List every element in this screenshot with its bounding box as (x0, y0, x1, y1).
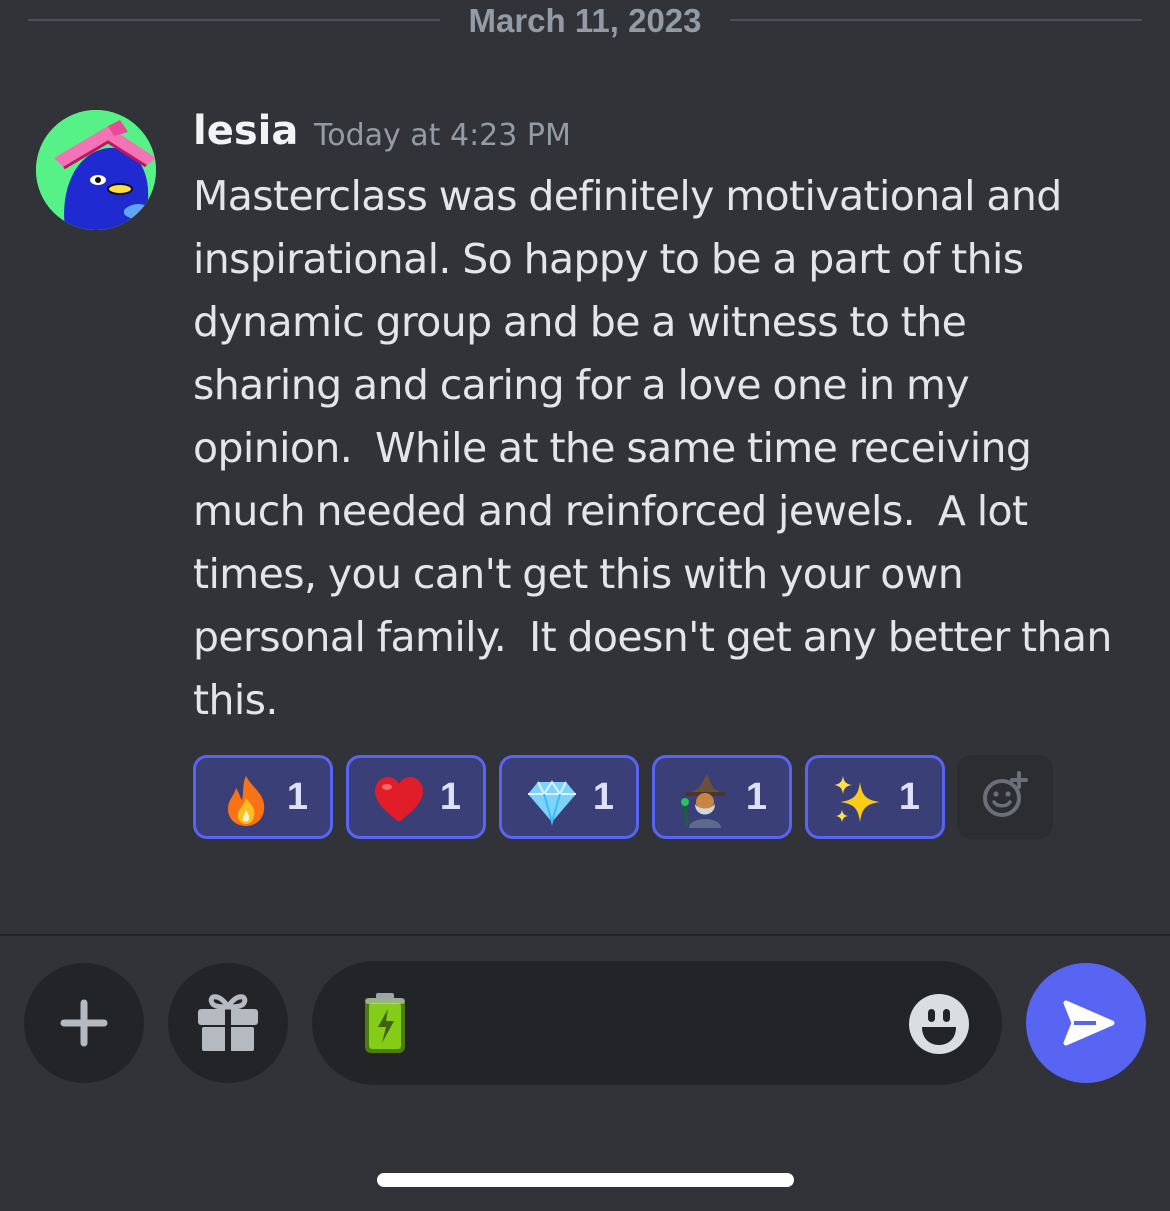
fire-icon (228, 776, 265, 826)
message-timestamp: Today at 4:23 PM (314, 118, 571, 153)
smiley-icon[interactable] (908, 993, 970, 1055)
date-label: March 11, 2023 (468, 2, 702, 39)
message-line: personal family. It doesn't get any bett… (193, 613, 1112, 661)
add-reaction-icon (983, 771, 1028, 817)
message-line: inspirational. So happy to be a part of … (193, 235, 1024, 283)
author-name[interactable]: lesia (193, 108, 298, 154)
reaction-count: 1 (439, 776, 461, 818)
home-indicator[interactable] (377, 1173, 794, 1187)
message-line: sharing and caring for a love one in my (193, 361, 970, 409)
message-line: dynamic group and be a witness to the (193, 298, 967, 346)
reaction-fire[interactable]: 1 (193, 755, 333, 839)
gift-icon (198, 994, 258, 1051)
avatar[interactable] (36, 110, 156, 230)
reaction-heart[interactable]: 1 (346, 755, 486, 839)
gift-button[interactable] (168, 963, 288, 1083)
reaction-count: 1 (592, 776, 614, 818)
sparkles-icon (834, 776, 880, 822)
message-line: times, you can't get this with your own (193, 550, 964, 598)
reaction-sparkles[interactable]: 1 (805, 755, 945, 839)
message-line: Masterclass was definitely motivational … (193, 172, 1062, 220)
attach-button[interactable] (24, 963, 144, 1083)
plus-icon (60, 999, 108, 1047)
gem-icon (528, 780, 576, 826)
message-line: much needed and reinforced jewels. A lot (193, 487, 1028, 535)
send-icon (1063, 1000, 1115, 1046)
message-input[interactable] (312, 961, 1002, 1085)
divider-line (28, 19, 440, 21)
add-reaction-button[interactable] (957, 755, 1053, 839)
chat-screen: March 11, 2023 lesia Today at 4:23 PM Ma… (0, 0, 1170, 1211)
reaction-wizard[interactable]: 1 (652, 755, 792, 839)
composer-divider (0, 934, 1170, 936)
reaction-count: 1 (286, 776, 308, 818)
wizard-icon (681, 774, 725, 828)
date-divider: March 11, 2023 (0, 0, 1170, 44)
divider-line (730, 19, 1142, 21)
send-button[interactable] (1026, 963, 1146, 1083)
reaction-count: 1 (745, 776, 767, 818)
red-heart-icon (375, 777, 423, 822)
reaction-count: 1 (898, 776, 920, 818)
message-content: Masterclass was definitely motivational … (193, 165, 1143, 732)
reaction-gem[interactable]: 1 (499, 755, 639, 839)
message-line: opinion. While at the same time receivin… (193, 424, 1032, 472)
message-line: this. (193, 676, 278, 724)
penguin-avatar-icon (36, 110, 156, 230)
battery-icon (365, 993, 405, 1053)
